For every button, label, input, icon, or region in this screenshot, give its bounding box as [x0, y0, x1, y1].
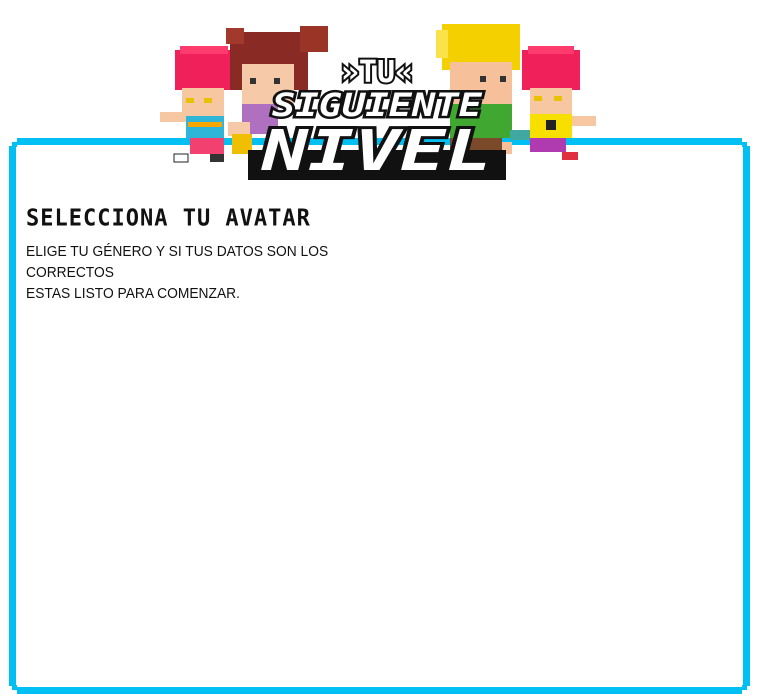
- pixel-character-pink-kid-right: [510, 46, 596, 160]
- frame-right-border: [743, 146, 750, 686]
- logo-line1: »TU«: [341, 55, 413, 90]
- frame-bottom-border: [17, 687, 742, 694]
- panel-description-line: ELIGE TU GÉNERO Y SI TUS DATOS SON LOS C…: [26, 243, 329, 281]
- logo-line3: NIVEL: [261, 119, 492, 183]
- panel-title: SELECCIONA TU AVATAR: [26, 205, 311, 232]
- frame-corner: [742, 685, 747, 690]
- frame-left-border: [9, 146, 16, 686]
- frame-corner: [12, 142, 17, 147]
- panel-description-line: ESTAS LISTO PARA COMENZAR.: [26, 285, 240, 302]
- frame-corner: [12, 685, 17, 690]
- pixel-character-pink-girl-left: [160, 46, 235, 163]
- panel-description: ELIGE TU GÉNERO Y SI TUS DATOS SON LOS C…: [26, 241, 412, 304]
- frame-corner: [742, 142, 747, 147]
- game-logo: »TU« SIGUIENTE NIVEL: [150, 18, 605, 183]
